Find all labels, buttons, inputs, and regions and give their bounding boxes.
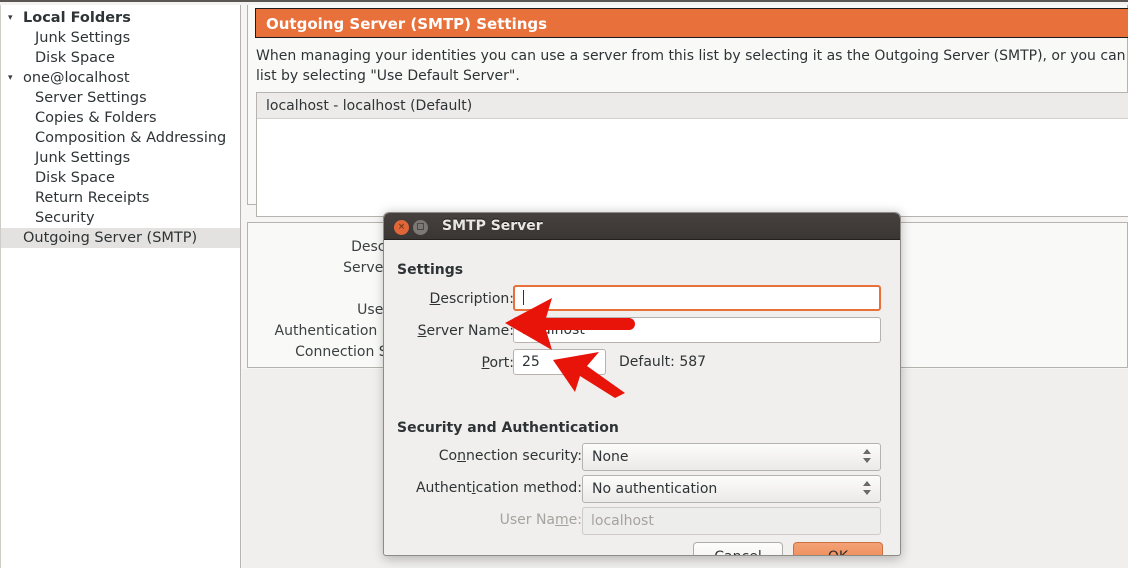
page-description: When managing your identities you can us… [256, 48, 1126, 84]
auth-method-label: Authentication method: [415, 480, 582, 496]
sidebar-item-label: Outgoing Server (SMTP) [23, 230, 198, 246]
sidebar-item-label: Composition & Addressing [35, 130, 227, 146]
connection-security-select[interactable]: None [582, 443, 881, 471]
default-port-text: Default: 587 [619, 354, 707, 370]
text-caret [523, 290, 524, 305]
sidebar-item-label: Disk Space [35, 50, 115, 66]
chevron-updown-icon [863, 480, 872, 500]
sidebar-item-label: Return Receipts [35, 190, 150, 206]
sidebar-item-label: Local Folders [23, 10, 131, 26]
settings-sidebar[interactable]: ▾ Local Folders Junk Settings Disk Space ▾ on… [0, 5, 241, 568]
security-section-heading: Security and Authentication [397, 420, 619, 436]
sidebar-item-junk-settings[interactable]: Junk Settings [1, 28, 240, 48]
maximize-icon[interactable] [413, 220, 428, 235]
sidebar-item-return-receipts[interactable]: Return Receipts [1, 188, 240, 208]
background-label-user-name: User N [357, 302, 404, 318]
settings-section-heading: Settings [397, 262, 464, 278]
description-input[interactable] [513, 285, 881, 311]
page-title: Outgoing Server (SMTP) Settings [255, 8, 1128, 38]
chevron-down-icon[interactable]: ▾ [8, 8, 20, 29]
server-name-input[interactable]: localhost [513, 317, 881, 343]
sidebar-item-security[interactable]: Security [1, 208, 240, 228]
background-label-connection-security: Connection Sec [295, 344, 404, 360]
sidebar-item-label: Copies & Folders [35, 110, 157, 126]
user-name-label: User Name: [499, 512, 582, 528]
close-icon[interactable]: × [394, 220, 409, 235]
sidebar-item-copies-folders[interactable]: Copies & Folders [1, 108, 240, 128]
background-label-auth-method: Authentication me [274, 323, 404, 339]
smtp-server-dialog: × SMTP Server Settings Description: Serv… [383, 212, 901, 556]
description-label: Description: [429, 291, 514, 307]
dialog-titlebar[interactable]: × SMTP Server [384, 213, 900, 240]
sidebar-item-label: Junk Settings [35, 30, 131, 46]
smtp-server-list[interactable]: localhost - localhost (Default) [256, 92, 1128, 217]
sidebar-item-one-localhost[interactable]: ▾ one@localhost [1, 68, 240, 88]
sidebar-item-outgoing-server-smtp[interactable]: Outgoing Server (SMTP) [1, 228, 240, 248]
chevron-updown-icon [863, 448, 872, 468]
sidebar-item-composition-addressing[interactable]: Composition & Addressing [1, 128, 240, 148]
sidebar-item-label: Security [35, 210, 95, 226]
dialog-title: SMTP Server [442, 218, 543, 234]
page-title-text: Outgoing Server (SMTP) Settings [266, 15, 548, 33]
background-label-description: Descrip [351, 239, 404, 255]
sidebar-item-label: Server Settings [35, 90, 147, 106]
ok-button[interactable]: OK [793, 542, 883, 555]
background-label-server-name: Server N [343, 260, 404, 276]
sidebar-item-local-folders[interactable]: ▾ Local Folders [1, 8, 240, 28]
sidebar-item-server-settings[interactable]: Server Settings [1, 88, 240, 108]
chevron-down-icon[interactable]: ▾ [8, 68, 20, 89]
smtp-settings-pane: Outgoing Server (SMTP) Settings When man… [247, 5, 1128, 217]
list-item[interactable]: localhost - localhost (Default) [257, 93, 1128, 119]
port-input[interactable]: 25 [513, 349, 606, 375]
connection-security-label: Connection security: [438, 448, 582, 464]
cancel-button[interactable]: Cancel [693, 542, 783, 555]
sidebar-item-disk-space[interactable]: Disk Space [1, 168, 240, 188]
sidebar-item-label: one@localhost [23, 70, 130, 86]
sidebar-item-disk-space[interactable]: Disk Space [1, 48, 240, 68]
application-window: ▾ Local Folders Junk Settings Disk Space ▾ on… [0, 0, 1128, 568]
sidebar-item-junk-settings[interactable]: Junk Settings [1, 148, 240, 168]
user-name-input: localhost [582, 507, 881, 535]
sidebar-item-label: Disk Space [35, 170, 115, 186]
port-label: Port: [481, 355, 514, 371]
sidebar-item-label: Junk Settings [35, 150, 131, 166]
server-name-label: Server Name: [417, 323, 514, 339]
auth-method-select[interactable]: No authentication [582, 475, 881, 503]
